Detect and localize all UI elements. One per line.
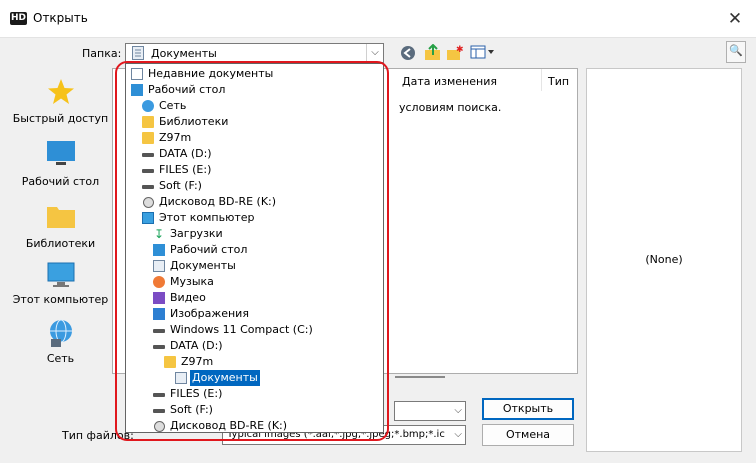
recent-icon	[131, 68, 143, 80]
drive-icon	[153, 324, 165, 336]
desktop-icon	[131, 84, 143, 96]
back-icon[interactable]	[400, 44, 416, 62]
preview-text: (None)	[645, 253, 683, 266]
app-icon: HD	[10, 12, 27, 25]
current-folder-value: Документы	[151, 47, 217, 60]
drive-icon	[142, 164, 154, 176]
preview-toggle-icon[interactable]: 🔍	[726, 41, 746, 63]
empty-message: условиям поиска.	[399, 101, 502, 114]
folder-label: Папка:	[82, 47, 122, 60]
drive-icon	[142, 148, 154, 160]
place-network[interactable]: Сеть	[9, 316, 112, 374]
cancel-button[interactable]: Отмена	[482, 424, 574, 446]
place-desktop[interactable]: Рабочий стол	[9, 136, 112, 194]
folder-dropdown-list[interactable]: Недавние документы Рабочий стол Сеть Биб…	[125, 63, 384, 433]
place-label: Быстрый доступ	[12, 112, 109, 125]
desktop-icon	[47, 141, 75, 165]
place-this-pc[interactable]: Этот компьютер	[9, 258, 112, 316]
place-label: Сеть	[46, 352, 75, 365]
preview-pane: (None)	[586, 68, 742, 452]
document-icon	[153, 260, 165, 272]
close-icon[interactable]: ✕	[722, 6, 748, 32]
chevron-down-icon[interactable]: ⌵	[454, 405, 462, 416]
place-label: Библиотеки	[25, 237, 96, 250]
drive-icon	[142, 180, 154, 192]
folder-icon	[164, 356, 176, 368]
place-label: Этот компьютер	[12, 293, 109, 306]
column-header-type[interactable]: Тип	[548, 75, 569, 88]
drive-icon	[153, 388, 165, 400]
network-icon	[142, 100, 154, 112]
network-icon	[50, 319, 72, 347]
places-bar: Быстрый доступ Рабочий стол Библиотеки Э…	[9, 70, 112, 420]
image-icon	[153, 308, 165, 320]
drive-icon	[153, 404, 165, 416]
disc-drive-icon	[153, 420, 165, 432]
column-header-date[interactable]: Дата изменения	[402, 75, 497, 88]
document-icon	[132, 46, 144, 60]
new-folder-icon[interactable]: ✱	[446, 44, 464, 62]
computer-icon	[142, 212, 154, 224]
horizontal-scrollbar[interactable]	[395, 376, 445, 378]
dialog-title: Открыть	[33, 11, 88, 25]
desktop-icon	[153, 244, 165, 256]
open-file-dialog: HD Открыть ✕ Папка: Документы ⌵ ✱ 🔍 Быст…	[0, 0, 756, 463]
up-folder-icon[interactable]	[424, 44, 442, 62]
place-libraries[interactable]: Библиотеки	[9, 198, 112, 256]
folder-icon	[142, 132, 154, 144]
disc-drive-icon	[142, 196, 154, 208]
drive-icon	[153, 340, 165, 352]
title-bar: HD Открыть ✕	[0, 0, 756, 38]
folder-combobox[interactable]: Документы ⌵	[125, 43, 384, 63]
svg-text:✱: ✱	[456, 45, 464, 55]
video-icon	[153, 292, 165, 304]
libraries-folder-icon	[47, 207, 75, 228]
chevron-down-icon[interactable]: ⌵	[366, 44, 383, 62]
file-name-combobox[interactable]: ⌵	[394, 401, 466, 421]
document-icon	[175, 372, 187, 384]
filetype-label: Тип файлов:	[62, 429, 134, 442]
star-icon	[48, 79, 74, 104]
folder-icon	[142, 116, 154, 128]
column-separator	[541, 69, 542, 91]
chevron-down-icon[interactable]: ⌵	[454, 429, 462, 440]
download-icon: ↧	[153, 227, 165, 241]
view-menu-icon[interactable]	[470, 44, 496, 62]
open-button[interactable]: Открыть	[482, 398, 574, 420]
computer-icon	[47, 262, 75, 287]
place-label: Рабочий стол	[21, 175, 100, 188]
place-quick-access[interactable]: Быстрый доступ	[9, 70, 112, 128]
music-icon	[153, 276, 165, 288]
